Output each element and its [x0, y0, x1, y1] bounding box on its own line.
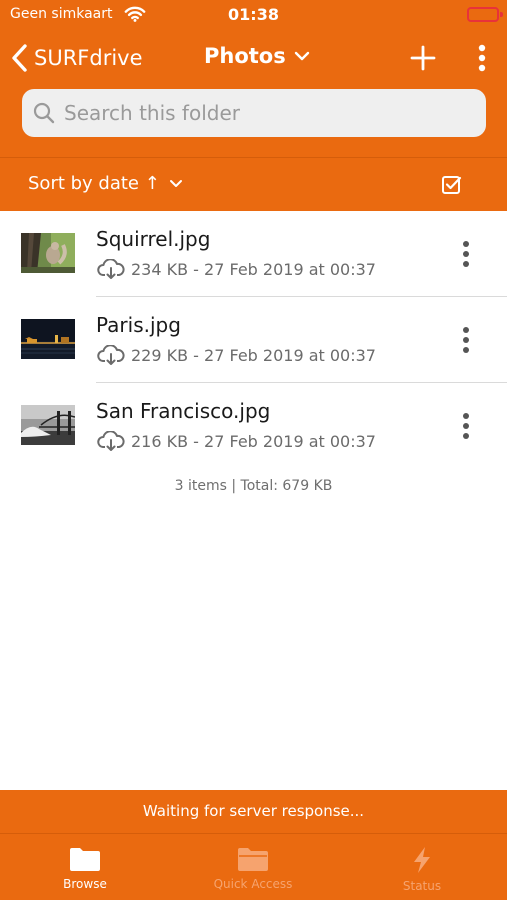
cloud-download-icon — [97, 431, 125, 451]
navigation-bar: SURFdrive Photos — [0, 30, 507, 86]
file-row-san-francisco[interactable]: San Francisco.jpg 216 KB - 27 Feb 2019 a… — [0, 383, 507, 469]
tab-quick-access[interactable]: Quick Access — [200, 834, 306, 900]
paris-thumbnail — [21, 319, 75, 359]
chevron-down-icon — [294, 51, 309, 61]
status-bar: Geen simkaart 01:38 — [0, 0, 507, 30]
back-label: SURFdrive — [34, 46, 143, 70]
tab-browse[interactable]: Browse — [44, 834, 126, 900]
server-status-banner: Waiting for server response... — [0, 790, 507, 833]
add-icon[interactable] — [410, 45, 436, 71]
search-placeholder: Search this folder — [64, 101, 240, 125]
file-name: Paris.jpg — [96, 313, 181, 337]
file-meta: 229 KB - 27 Feb 2019 at 00:37 — [97, 345, 376, 365]
chevron-down-icon — [169, 180, 182, 187]
file-details: 216 KB - 27 Feb 2019 at 00:37 — [131, 431, 376, 451]
tab-label: Status — [402, 879, 442, 893]
file-row-squirrel[interactable]: Squirrel.jpg 234 KB - 27 Feb 2019 at 00:… — [0, 211, 507, 297]
cloud-download-icon — [97, 345, 125, 365]
tab-label: Quick Access — [213, 877, 293, 891]
more-options-icon[interactable] — [457, 240, 475, 268]
search-input[interactable]: Search this folder — [22, 89, 486, 137]
select-checkbox-icon[interactable] — [441, 174, 463, 196]
more-options-icon[interactable] — [457, 326, 475, 354]
tab-label: Browse — [63, 877, 107, 891]
search-icon — [33, 102, 55, 124]
tab-status[interactable]: Status — [384, 834, 460, 900]
file-details: 234 KB - 27 Feb 2019 at 00:37 — [131, 259, 376, 279]
file-details: 229 KB - 27 Feb 2019 at 00:37 — [131, 345, 376, 365]
more-options-icon[interactable] — [473, 43, 491, 73]
sort-bar: Sort by date ↑ — [0, 157, 507, 211]
folder-title-menu[interactable]: Photos — [204, 44, 310, 68]
folder-summary: 3 items | Total: 679 KB — [174, 478, 333, 494]
clock: 01:38 — [228, 5, 279, 24]
file-meta: 234 KB - 27 Feb 2019 at 00:37 — [97, 259, 376, 279]
page-title: Photos — [204, 44, 286, 68]
file-meta: 216 KB - 27 Feb 2019 at 00:37 — [97, 431, 376, 451]
lightning-icon — [414, 847, 430, 873]
san-francisco-thumbnail — [21, 405, 75, 445]
file-list: Squirrel.jpg 234 KB - 27 Feb 2019 at 00:… — [0, 211, 507, 469]
battery-icon — [467, 7, 503, 22]
more-options-icon[interactable] — [457, 412, 475, 440]
folder-icon — [70, 848, 100, 871]
file-name: San Francisco.jpg — [96, 399, 271, 423]
search-area: Search this folder — [0, 86, 507, 158]
squirrel-thumbnail — [21, 233, 75, 273]
folder-stack-icon — [238, 848, 268, 871]
file-row-paris[interactable]: Paris.jpg 229 KB - 27 Feb 2019 at 00:37 — [0, 297, 507, 383]
chevron-left-icon — [12, 44, 27, 72]
sort-button[interactable]: Sort by date ↑ — [28, 173, 183, 194]
tab-bar: Browse Quick Access Status — [0, 833, 507, 900]
cloud-download-icon — [97, 259, 125, 279]
back-button[interactable]: SURFdrive — [10, 40, 143, 76]
sort-label: Sort by date ↑ — [28, 173, 160, 194]
file-name: Squirrel.jpg — [96, 227, 211, 251]
